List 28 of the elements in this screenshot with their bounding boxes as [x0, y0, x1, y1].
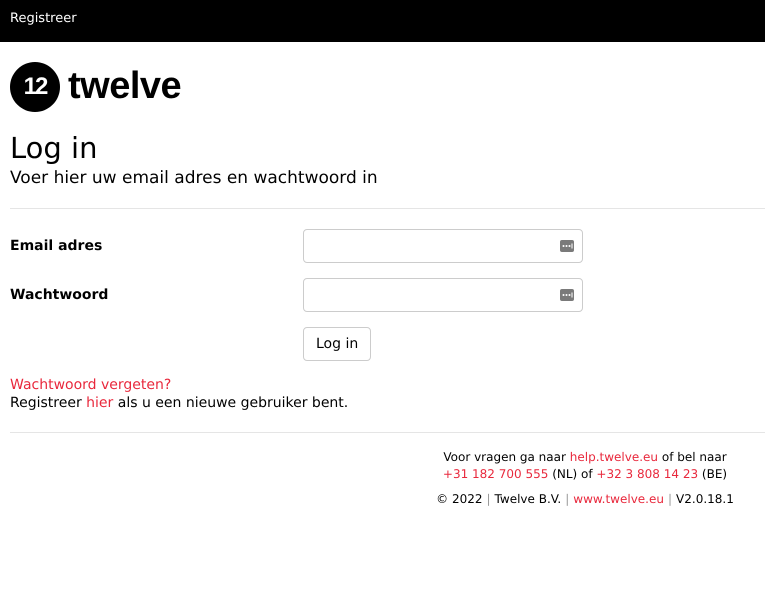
- footer-link[interactable]: +31 182 700 555: [442, 467, 548, 481]
- footer-link[interactable]: +32 3 808 14 23: [596, 467, 698, 481]
- page-subtitle: Voer hier uw email adres en wachtwoord in: [10, 168, 379, 188]
- footer-text: Voor vragen ga naar: [443, 450, 567, 464]
- footer-text: © 2022: [436, 492, 482, 506]
- register-text: als u een nieuwe gebruiker bent.: [116, 395, 348, 411]
- input-field[interactable]: [303, 278, 583, 312]
- separator: |: [565, 492, 570, 506]
- footer-text: V2.0.18.1: [676, 492, 734, 506]
- separator: |: [668, 492, 672, 506]
- footer-text: of bel naar: [660, 450, 727, 464]
- separator: |: [486, 492, 491, 506]
- register-link[interactable]: Registreer: [10, 11, 77, 26]
- forgot-password-link[interactable]: Wachtwoord vergeten?: [10, 377, 172, 393]
- footer-text: (BE): [700, 467, 728, 481]
- footer-link[interactable]: help.twelve.eu: [570, 450, 658, 464]
- register-text: Registreer: [10, 395, 83, 411]
- footer-text: Twelve B.V.: [494, 492, 562, 506]
- footer-text: (NL) of: [551, 467, 594, 481]
- page-title: Log in: [10, 130, 98, 166]
- input-field[interactable]: [303, 229, 583, 263]
- login-button[interactable]: Log in: [303, 327, 372, 361]
- register-here-link[interactable]: hier: [86, 395, 114, 411]
- field-label: Email adres: [10, 238, 104, 254]
- logo-wordmark: twelve: [68, 65, 182, 108]
- footer-link[interactable]: www.twelve.eu: [573, 492, 664, 506]
- field-label: Wachtwoord: [10, 287, 110, 303]
- logo-mark: 12: [10, 62, 60, 112]
